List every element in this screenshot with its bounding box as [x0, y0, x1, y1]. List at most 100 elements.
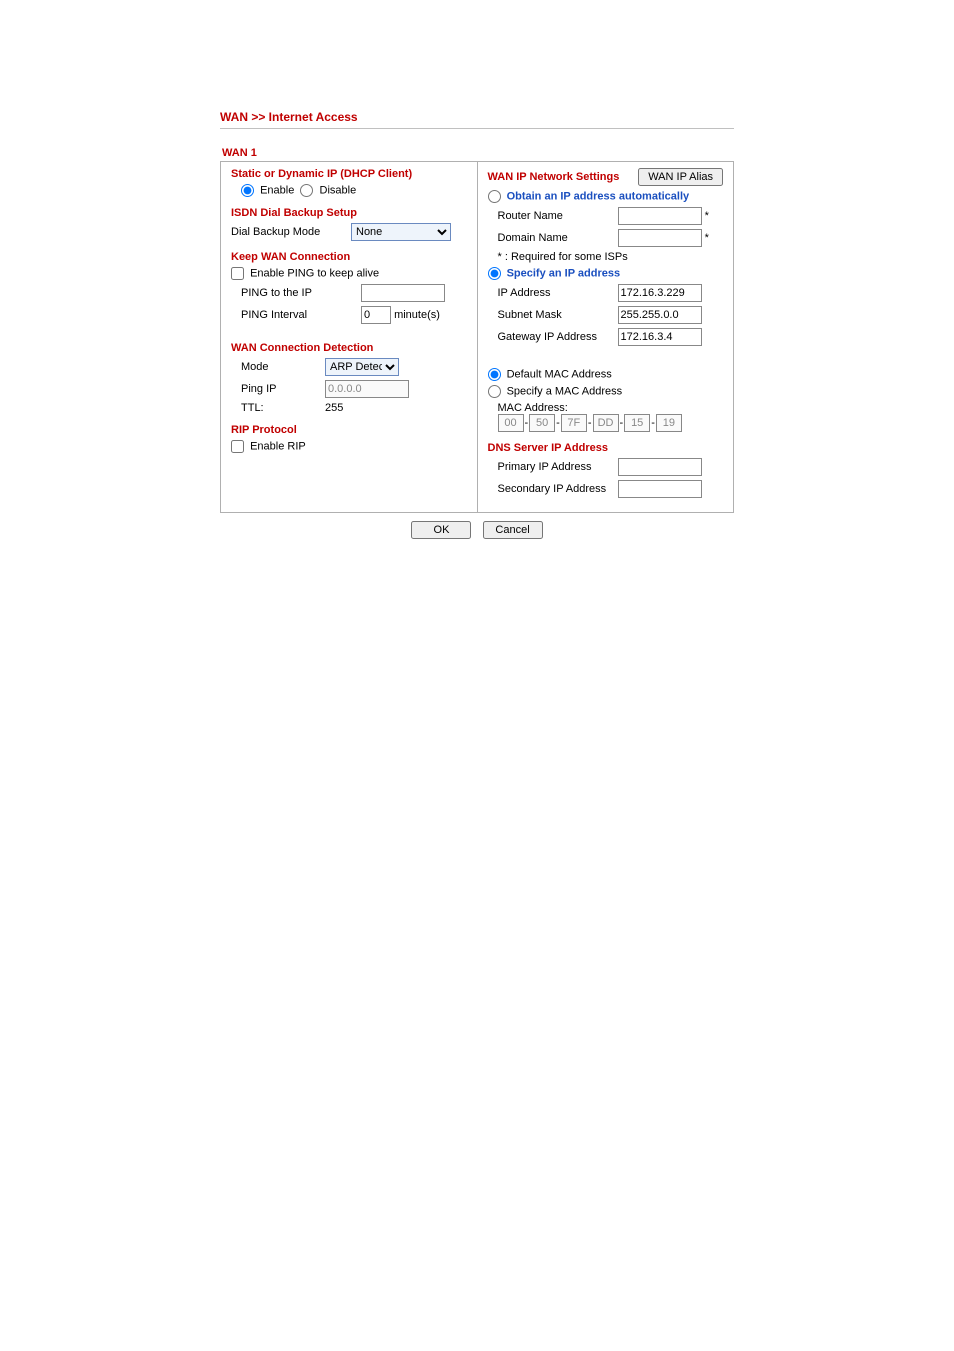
ping-interval-input[interactable]: [361, 306, 391, 324]
router-name-row: Router Name *: [488, 207, 724, 225]
mac-default-label[interactable]: Default MAC Address: [488, 368, 612, 381]
specify-radio-label[interactable]: Specify an IP address: [488, 267, 621, 280]
wan-ip-alias-button[interactable]: [638, 168, 723, 186]
detect-ttl-value: 255: [325, 402, 343, 414]
ping-interval-label: PING Interval: [241, 309, 361, 321]
dns-secondary-row: Secondary IP Address: [488, 480, 724, 498]
detect-ttl-label: TTL:: [241, 402, 325, 414]
rip-title: RIP Protocol: [231, 424, 467, 436]
wan-ip-title: WAN IP Network Settings: [488, 171, 620, 183]
isdn-title: ISDN Dial Backup Setup: [231, 207, 467, 219]
ok-button[interactable]: [411, 521, 471, 539]
mac-specify-label[interactable]: Specify a MAC Address: [488, 385, 623, 398]
obtain-radio-label[interactable]: Obtain an IP address automatically: [488, 190, 690, 203]
disable-text: Disable: [320, 184, 357, 196]
mac-specify-radio[interactable]: [488, 385, 501, 398]
router-name-asterisk: *: [705, 210, 709, 222]
ping-to-input[interactable]: [361, 284, 445, 302]
rip-row: Enable RIP: [231, 440, 467, 453]
specify-row: Specify an IP address: [488, 267, 724, 280]
mac-2[interactable]: [561, 414, 587, 432]
subnet-input[interactable]: [618, 306, 702, 324]
gateway-label: Gateway IP Address: [498, 331, 618, 343]
keep-alive-label[interactable]: Enable PING to keep alive: [231, 267, 379, 280]
rip-enable-checkbox[interactable]: [231, 440, 244, 453]
detect-pingip-row: Ping IP: [231, 380, 467, 398]
detect-pingip-input[interactable]: [325, 380, 409, 398]
ping-to-label: PING to the IP: [241, 287, 361, 299]
dns-secondary-label: Secondary IP Address: [498, 483, 618, 495]
ping-to-row: PING to the IP: [231, 284, 467, 302]
mac-4[interactable]: [624, 414, 650, 432]
keep-alive-checkbox[interactable]: [231, 267, 244, 280]
mac-specify-row: Specify a MAC Address: [488, 385, 724, 398]
detect-pingip-label: Ping IP: [241, 383, 325, 395]
left-column: Static or Dynamic IP (DHCP Client) Enabl…: [221, 162, 478, 512]
detect-mode-select[interactable]: ARP Detect: [325, 358, 399, 376]
mac-label: MAC Address:: [498, 402, 724, 414]
domain-name-asterisk: *: [705, 232, 709, 244]
mac-default-row: Default MAC Address: [488, 368, 724, 381]
keep-wan-title: Keep WAN Connection: [231, 251, 467, 263]
detect-ttl-row: TTL: 255: [231, 402, 467, 414]
obtain-row: Obtain an IP address automatically: [488, 190, 724, 203]
obtain-text: Obtain an IP address automatically: [507, 190, 690, 202]
dns-primary-row: Primary IP Address: [488, 458, 724, 476]
dhcp-client-title: Static or Dynamic IP (DHCP Client): [231, 168, 467, 180]
mac-entry-block: MAC Address: - - - - -: [488, 402, 724, 432]
cancel-button[interactable]: [483, 521, 543, 539]
mac-0[interactable]: [498, 414, 524, 432]
ip-address-row: IP Address: [488, 284, 724, 302]
detect-mode-label: Mode: [241, 361, 325, 373]
wan-ip-header: WAN IP Network Settings: [488, 168, 724, 186]
enable-radio-label[interactable]: Enable: [241, 184, 294, 197]
rip-enable-text: Enable RIP: [250, 440, 306, 452]
enable-radio[interactable]: [241, 184, 254, 197]
dhcp-enable-row: Enable Disable: [231, 184, 467, 197]
ip-address-input[interactable]: [618, 284, 702, 302]
enable-text: Enable: [260, 184, 294, 196]
ping-interval-unit: minute(s): [394, 309, 440, 321]
gateway-input[interactable]: [618, 328, 702, 346]
ip-address-label: IP Address: [498, 287, 618, 299]
breadcrumb: WAN >> Internet Access: [220, 110, 734, 129]
domain-name-label: Domain Name: [498, 232, 618, 244]
mac-default-text: Default MAC Address: [507, 368, 612, 380]
dial-backup-select[interactable]: None: [351, 223, 451, 241]
disable-radio-label[interactable]: Disable: [300, 184, 356, 197]
specify-text: Specify an IP address: [507, 267, 621, 279]
mac-row: - - - - -: [498, 414, 724, 432]
domain-name-row: Domain Name *: [488, 229, 724, 247]
required-note: * : Required for some ISPs: [488, 251, 724, 263]
settings-box: Static or Dynamic IP (DHCP Client) Enabl…: [220, 161, 734, 513]
right-column: WAN IP Network Settings Obtain an IP add…: [478, 162, 734, 512]
router-name-label: Router Name: [498, 210, 618, 222]
bottom-buttons: [220, 521, 734, 539]
dns-secondary-input[interactable]: [618, 480, 702, 498]
obtain-radio[interactable]: [488, 190, 501, 203]
subnet-label: Subnet Mask: [498, 309, 618, 321]
ping-interval-row: PING Interval minute(s): [231, 306, 467, 324]
mac-3[interactable]: [593, 414, 619, 432]
keep-alive-row: Enable PING to keep alive: [231, 267, 467, 280]
dial-backup-label: Dial Backup Mode: [231, 226, 351, 238]
mac-1[interactable]: [529, 414, 555, 432]
mac-default-radio[interactable]: [488, 368, 501, 381]
wan-detect-title: WAN Connection Detection: [231, 342, 467, 354]
rip-enable-label[interactable]: Enable RIP: [231, 440, 306, 453]
detect-mode-row: Mode ARP Detect: [231, 358, 467, 376]
wan1-title: WAN 1: [222, 147, 734, 159]
dial-backup-row: Dial Backup Mode None: [231, 223, 467, 241]
domain-name-input[interactable]: [618, 229, 702, 247]
keep-alive-text: Enable PING to keep alive: [250, 267, 379, 279]
dns-primary-label: Primary IP Address: [498, 461, 618, 473]
dns-title: DNS Server IP Address: [488, 442, 724, 454]
mac-specify-text: Specify a MAC Address: [507, 385, 623, 397]
gateway-row: Gateway IP Address: [488, 328, 724, 346]
mac-5[interactable]: [656, 414, 682, 432]
subnet-row: Subnet Mask: [488, 306, 724, 324]
router-name-input[interactable]: [618, 207, 702, 225]
disable-radio[interactable]: [300, 184, 313, 197]
dns-primary-input[interactable]: [618, 458, 702, 476]
specify-radio[interactable]: [488, 267, 501, 280]
